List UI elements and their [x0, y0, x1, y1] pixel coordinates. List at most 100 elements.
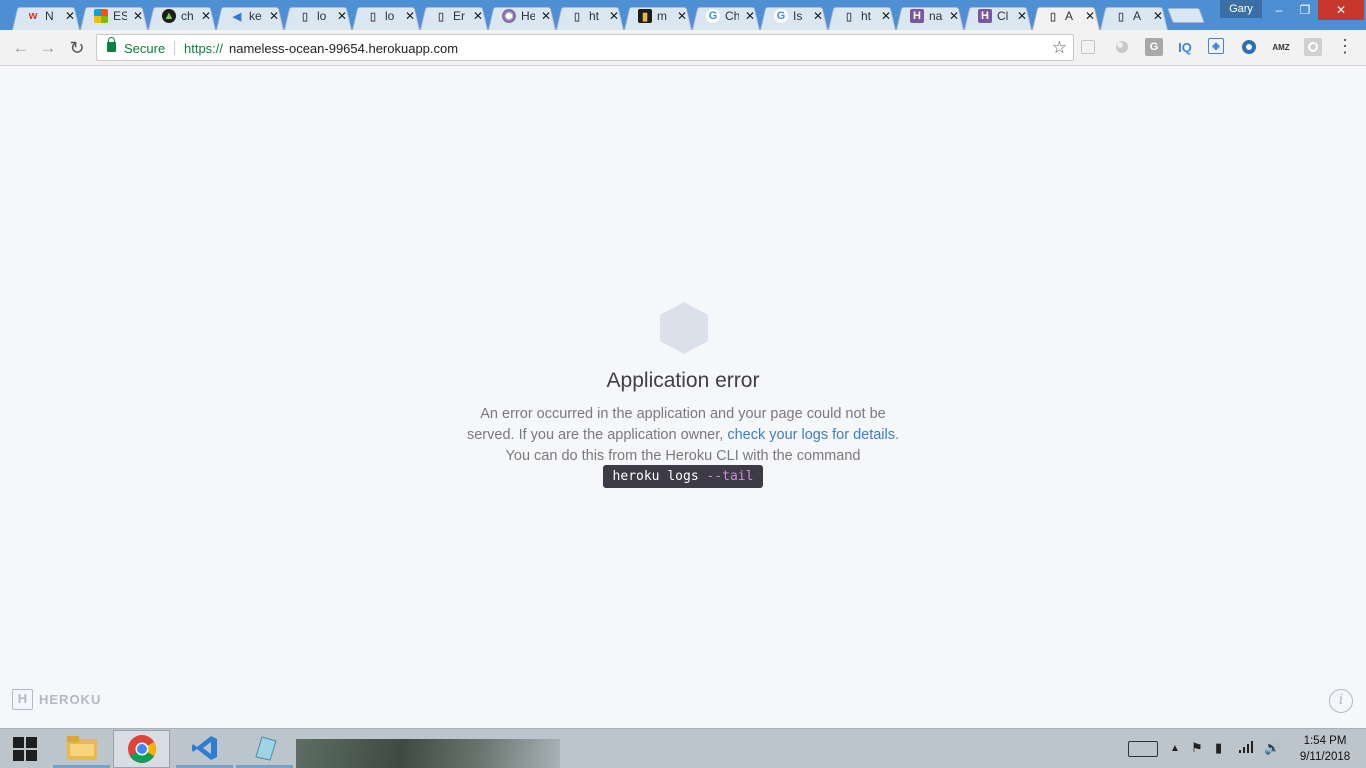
chrome-icon [127, 735, 156, 763]
tab-title: na [929, 9, 943, 23]
page-icon: ▯ [573, 10, 581, 23]
tab-close-icon[interactable]: ✕ [1153, 10, 1163, 22]
browser-tab[interactable]: Hna ✕ [896, 2, 964, 30]
tab-close-icon[interactable]: ✕ [201, 10, 211, 22]
restore-icon[interactable]: ❐ [1290, 0, 1320, 20]
address-bar[interactable]: Secure https:// nameless-ocean-99654.her… [96, 34, 1074, 61]
browser-tab[interactable]: G Ch ✕ [692, 2, 760, 30]
tab-title: N [45, 9, 54, 23]
browser-tab[interactable]: ▲ ch ✕ [148, 2, 216, 30]
battery-icon[interactable]: ▮ [1215, 740, 1222, 756]
tab-title: ES [113, 9, 127, 23]
page-icon: ▯ [437, 10, 445, 23]
tab-close-icon[interactable]: ✕ [65, 10, 75, 22]
bookmark-star-icon[interactable]: ☆ [1052, 38, 1067, 58]
browser-tab[interactable]: ▯ ht ✕ [828, 2, 896, 30]
circle-extension-icon[interactable] [1113, 38, 1131, 56]
tab-close-icon[interactable]: ✕ [1085, 10, 1095, 22]
vscode-taskbar-button[interactable] [176, 730, 233, 768]
browser-tab[interactable]: ◀ ke ✕ [216, 2, 284, 30]
icon-red-w: w [28, 10, 38, 22]
browser-tab[interactable]: ▯ lo ✕ [284, 2, 352, 30]
windows-taskbar: ▲ ⚑ ▮ 🔊 1:54 PM 9/11/2018 [0, 728, 1366, 768]
info-icon[interactable]: i [1329, 689, 1353, 713]
tab-title: Ch [725, 9, 739, 23]
tab-list: w N ✕ ES ✕ ▲ ch ✕ ◀ ke ✕ ▯ lo ✕ ▯ lo ✕ ▯ Er ✕ ✹ He ✕ ▯ ht ✕ ▮ m ✕ G Ch… [12, 2, 1168, 30]
tab-title: A [1065, 9, 1074, 23]
browser-tab[interactable]: w N ✕ [12, 2, 80, 30]
chrome-taskbar-button[interactable] [113, 730, 170, 768]
file-explorer-button[interactable] [53, 730, 110, 768]
tab-close-icon[interactable]: ✕ [1017, 10, 1027, 22]
tab-close-icon[interactable]: ✕ [405, 10, 415, 22]
browser-tab[interactable]: ▮ m ✕ [624, 2, 692, 30]
action-center-flag-icon[interactable]: ⚑ [1191, 740, 1203, 756]
browser-tab[interactable]: H Cl ✕ [964, 2, 1032, 30]
url-host: nameless-ocean-99654.herokuapp.com [229, 41, 459, 56]
tab-close-icon[interactable]: ✕ [609, 10, 619, 22]
tab-title: He [521, 9, 535, 23]
show-hidden-icons-icon[interactable]: ▲ [1170, 743, 1180, 754]
browser-tab[interactable]: G Is ✕ [760, 2, 828, 30]
tab-close-icon[interactable]: ✕ [269, 10, 279, 22]
new-tab-button[interactable] [1167, 8, 1205, 23]
tab-title: ht [861, 9, 872, 23]
tag-extension-icon[interactable]: ◈ [1208, 38, 1224, 54]
browser-tab[interactable]: ▯ A ✕ [1032, 2, 1100, 30]
reader-extension-icon[interactable] [1081, 40, 1095, 54]
cli-command: heroku logs --tail [603, 465, 763, 488]
logs-link[interactable]: check your logs for details [727, 427, 895, 443]
page-title: Application error [606, 369, 760, 392]
tab-close-icon[interactable]: ✕ [473, 10, 483, 22]
volume-icon[interactable]: 🔊 [1264, 740, 1280, 756]
start-button[interactable] [0, 729, 50, 768]
tab-close-icon[interactable]: ✕ [949, 10, 959, 22]
forward-arrow-icon[interactable]: → [38, 38, 58, 58]
browser-tab[interactable]: ▯ A ✕ [1100, 2, 1168, 30]
iq-extension-icon[interactable]: IQ [1176, 38, 1194, 56]
heroku-icon: H [978, 9, 992, 23]
back-arrow-icon[interactable]: ← [11, 38, 31, 58]
tab-title: Cl [997, 9, 1009, 23]
tab-close-icon[interactable]: ✕ [677, 10, 687, 22]
heroku-logo[interactable]: H HEROKU [12, 689, 101, 710]
browser-tab[interactable]: ES ✕ [80, 2, 148, 30]
touch-keyboard-icon[interactable] [1128, 741, 1158, 757]
tab-title: Is [793, 9, 803, 23]
chrome-menu-icon[interactable]: ⋮ [1336, 36, 1354, 57]
grammarly-extension-icon[interactable]: G [1145, 38, 1163, 56]
clock-time: 1:54 PM [1303, 735, 1347, 747]
tab-title: lo [385, 9, 395, 23]
tab-close-icon[interactable]: ✕ [541, 10, 551, 22]
tab-close-icon[interactable]: ✕ [133, 10, 143, 22]
amazon-extension-icon[interactable]: AMZ [1272, 38, 1290, 56]
tab-title: ke [249, 9, 262, 23]
heroku-wordmark: HEROKU [39, 692, 102, 707]
tab-close-icon[interactable]: ✕ [337, 10, 347, 22]
tab-close-icon[interactable]: ✕ [813, 10, 823, 22]
tab-close-icon[interactable]: ✕ [881, 10, 891, 22]
network-icon[interactable] [1239, 740, 1255, 757]
page-icon: ▯ [1117, 10, 1125, 23]
notepad-taskbar-button[interactable] [236, 730, 293, 768]
tab-title: m [657, 9, 667, 23]
profile-button[interactable]: Gary [1220, 0, 1262, 18]
window-close-icon[interactable]: ✕ [1318, 0, 1364, 20]
tab-strip: w N ✕ ES ✕ ▲ ch ✕ ◀ ke ✕ ▯ lo ✕ ▯ lo ✕ ▯ Er ✕ ✹ He ✕ ▯ ht ✕ ▮ m ✕ G Ch… [0, 0, 1366, 30]
heroku-mark-icon: H [12, 689, 33, 710]
tab-close-icon[interactable]: ✕ [745, 10, 755, 22]
browser-tab[interactable]: ▯ ht ✕ [556, 2, 624, 30]
page-icon: ▯ [369, 10, 377, 23]
taskbar-clock[interactable]: 1:54 PM 9/11/2018 [1290, 733, 1360, 765]
icon-microsoft [94, 9, 108, 23]
browser-tab[interactable]: ▯ Er ✕ [420, 2, 488, 30]
tab-title: ht [589, 9, 600, 23]
icon-dark-square: ▮ [638, 9, 652, 23]
browser-tab[interactable]: ▯ lo ✕ [352, 2, 420, 30]
browser-tab[interactable]: ✹ He ✕ [488, 2, 556, 30]
reload-icon[interactable]: ↻ [67, 38, 87, 58]
secure-label: Secure [124, 41, 166, 56]
hexagon-icon [660, 302, 708, 354]
lifebuoy-extension-icon[interactable] [1240, 38, 1258, 56]
settings-extension-icon[interactable] [1304, 38, 1322, 56]
